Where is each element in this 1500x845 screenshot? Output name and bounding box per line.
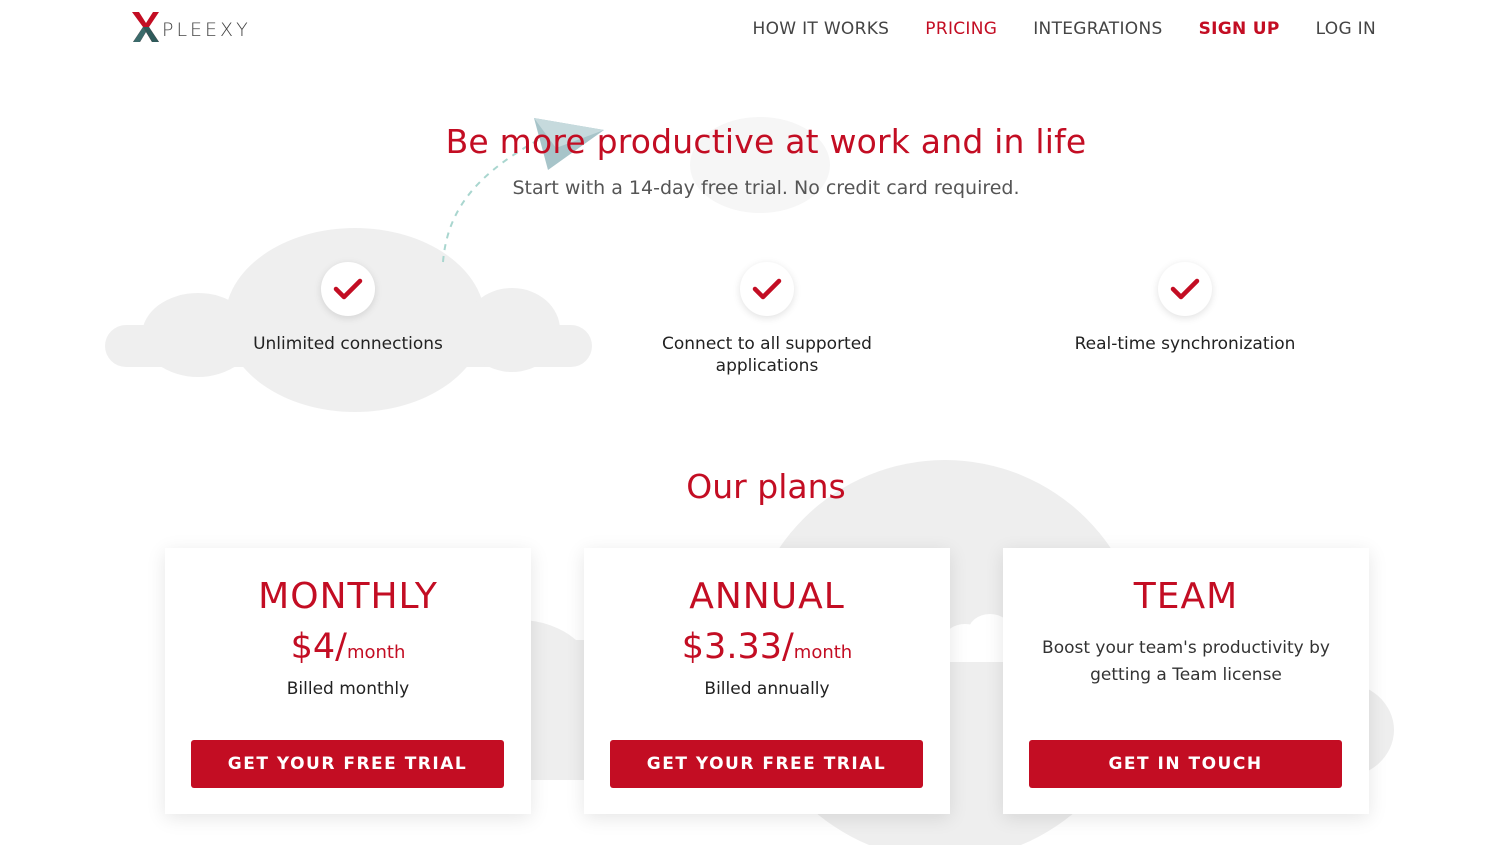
- plan-price: $3.33/month: [584, 627, 950, 667]
- free-trial-button[interactable]: GET YOUR FREE TRIAL: [191, 740, 504, 788]
- plans-title: Our plans: [686, 467, 846, 506]
- nav-log-in[interactable]: LOG IN: [1316, 19, 1376, 39]
- feature-label: Unlimited connections: [253, 334, 443, 354]
- plan-name: MONTHLY: [258, 576, 438, 617]
- hero-subtitle: Start with a 14-day free trial. No credi…: [512, 177, 1020, 199]
- plan-card-monthly: MONTHLY $4/month Billed monthly GET YOUR…: [165, 548, 531, 814]
- price-amount: $3.33/: [681, 627, 794, 667]
- plan-price: $4/month: [165, 627, 531, 667]
- plan-card-team: TEAM Boost your team's productivity by g…: [1003, 548, 1369, 814]
- get-in-touch-button[interactable]: GET IN TOUCH: [1029, 740, 1342, 788]
- plan-card-annual: ANNUAL $3.33/month Billed annually GET Y…: [584, 548, 950, 814]
- brand-name: PLEEXY: [162, 19, 251, 41]
- plan-name: ANNUAL: [689, 576, 845, 617]
- feature-item: Connect to all supported applications: [617, 262, 917, 377]
- price-unit: month: [346, 642, 406, 663]
- nav-sign-up[interactable]: SIGN UP: [1199, 19, 1280, 39]
- price-amount: $4/: [290, 627, 347, 667]
- plan-billing: Billed monthly: [286, 679, 410, 699]
- logo-x-icon: [130, 10, 160, 44]
- nav-how-it-works[interactable]: HOW IT WORKS: [753, 19, 890, 39]
- check-icon: [740, 262, 794, 316]
- feature-label: Connect to all supported applications: [662, 334, 872, 376]
- check-icon: [1158, 262, 1212, 316]
- site-header: PLEEXY HOW IT WORKS PRICING INTEGRATIONS…: [0, 0, 1500, 60]
- feature-item: Real-time synchronization: [1035, 262, 1335, 355]
- main-nav: HOW IT WORKS PRICING INTEGRATIONS SIGN U…: [753, 19, 1376, 39]
- brand-logo[interactable]: PLEEXY: [130, 10, 251, 44]
- nav-integrations[interactable]: INTEGRATIONS: [1033, 19, 1162, 39]
- price-unit: month: [793, 642, 853, 663]
- check-icon: [321, 262, 375, 316]
- free-trial-button[interactable]: GET YOUR FREE TRIAL: [610, 740, 923, 788]
- hero-title: Be more productive at work and in life: [445, 122, 1087, 161]
- feature-label: Real-time synchronization: [1074, 334, 1296, 354]
- plan-billing: Billed annually: [704, 679, 830, 699]
- feature-item: Unlimited connections: [198, 262, 498, 355]
- plan-name: TEAM: [1133, 576, 1239, 617]
- plan-description: Boost your team's productivity by gettin…: [1042, 638, 1330, 685]
- nav-pricing[interactable]: PRICING: [925, 19, 997, 39]
